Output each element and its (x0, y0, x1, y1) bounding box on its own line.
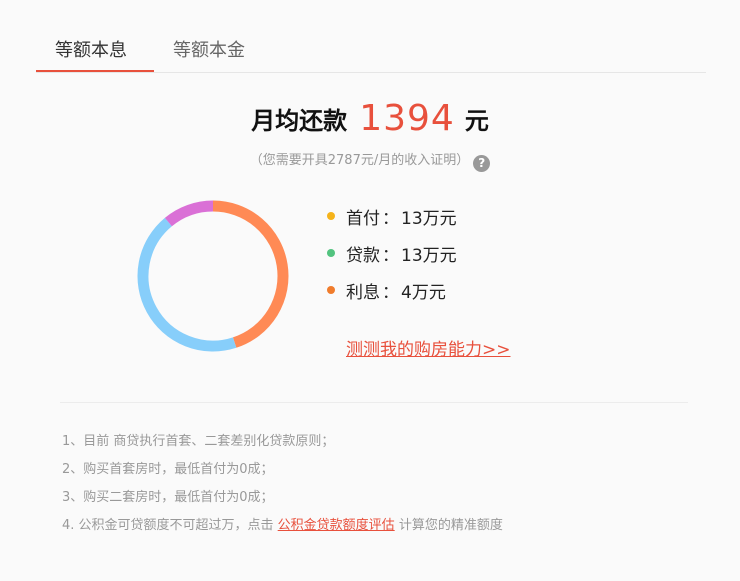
legend-label-down-payment: 首付 (346, 209, 380, 229)
legend-colon: ： (382, 246, 399, 266)
calculator-result-card: 等额本息 等额本金 月均还款 1394 元 （您需要开具2787元/月的收入证明）?… (0, 0, 740, 581)
legend-value-interest: 4万元 (401, 283, 446, 303)
donut-segment-1 (137, 217, 237, 352)
legend-value-down-payment: 13万元 (401, 209, 457, 229)
repayment-method-tabs: 等额本息 等额本金 (36, 24, 706, 73)
legend-label-loan: 贷款 (346, 246, 380, 266)
monthly-payment-unit: 元 (464, 107, 489, 135)
legend-value-loan: 13万元 (401, 246, 457, 266)
monthly-payment-amount: 1394 (359, 98, 455, 139)
donut-segment-2 (164, 200, 214, 227)
payment-breakdown-donut-chart (137, 200, 289, 352)
income-proof-note: （您需要开具2787元/月的收入证明）? (0, 149, 740, 172)
rule-item: 3、购买二套房时，最低首付为0成； (62, 490, 274, 505)
rule-text: 4. 公积金可贷额度不可超过万，点击 (62, 518, 278, 533)
monthly-payment-headline: 月均还款 1394 元 (0, 98, 740, 139)
legend-colon: ： (382, 283, 399, 303)
tab-equal-principal[interactable]: 等额本金 (173, 36, 245, 62)
monthly-payment-label: 月均还款 (251, 107, 348, 135)
active-tab-indicator (36, 70, 154, 72)
help-icon[interactable]: ? (473, 155, 491, 172)
rule-item: 2、购买首套房时，最低首付为0成； (62, 462, 274, 477)
rules-list: 1、目前 商贷执行首套、二套差别化贷款原则； 2、购买首套房时，最低首付为0成；… (62, 428, 503, 540)
legend-colon: ： (382, 209, 399, 229)
tab-equal-installment[interactable]: 等额本息 (55, 36, 127, 62)
legend-dot-down-payment (327, 212, 335, 220)
legend-label-interest: 利息 (346, 283, 380, 303)
rule-item: 1、目前 商贷执行首套、二套差别化贷款原则； (62, 434, 335, 449)
rule-item: 4. 公积金可贷额度不可超过万，点击 公积金贷款额度评估 计算您的精准额度 (62, 512, 503, 540)
rule-text: 计算您的精准额度 (394, 518, 503, 533)
section-divider (60, 402, 688, 403)
provident-fund-assessment-link[interactable]: 公积金贷款额度评估 (278, 518, 395, 533)
purchase-ability-link[interactable]: 测测我的购房能力>> (346, 335, 511, 360)
donut-segment-0 (212, 200, 289, 348)
income-proof-text: （您需要开具2787元/月的收入证明） (249, 153, 470, 168)
legend-dot-interest (327, 286, 335, 294)
legend-dot-loan (327, 249, 335, 257)
